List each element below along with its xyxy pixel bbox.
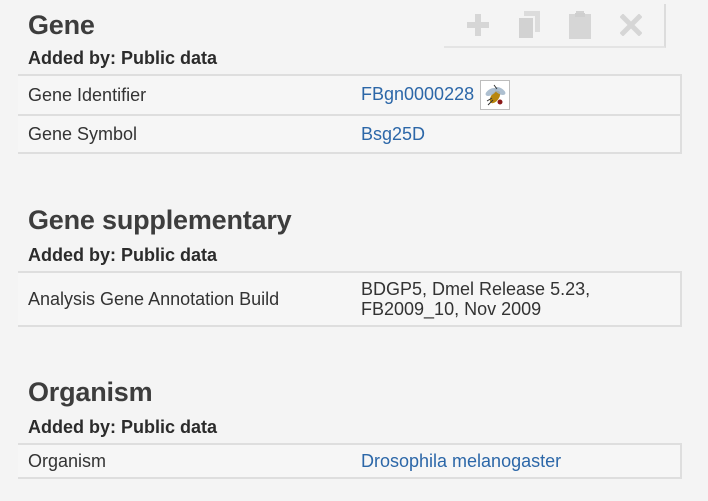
gene-symbol-label: Gene Symbol xyxy=(28,123,138,144)
added-by-label: Added by: Public data xyxy=(28,48,218,68)
annotation-build-label: Analysis Gene Annotation Build xyxy=(28,288,280,309)
added-by-label: Added by: Public data xyxy=(28,417,218,437)
gene-symbol-link[interactable]: Bsg25D xyxy=(361,124,425,144)
annotation-build-line2: FB2009_10, Nov 2009 xyxy=(361,299,542,319)
section-title: Gene supplementary xyxy=(28,205,292,235)
organism-label: Organism xyxy=(28,450,107,471)
annotation-build-line1: BDGP5, Dmel Release 5.23, xyxy=(361,279,591,299)
table-row: Gene Symbol Bsg25D xyxy=(18,116,680,154)
gene-symbol-value: Bsg25D xyxy=(351,124,680,145)
flybase-fly-icon[interactable] xyxy=(480,80,511,110)
table-row: Gene Identifier FBgn0000228 xyxy=(18,76,680,116)
gene-supplementary-section: Gene supplementary Added by: Public data… xyxy=(18,204,682,327)
section-title: Gene xyxy=(28,10,95,40)
organism-section: Organism Added by: Public data Organism … xyxy=(18,376,682,479)
organism-value: Drosophila melanogaster xyxy=(351,451,680,472)
section-title: Organism xyxy=(28,377,153,407)
gene-identifier-link[interactable]: FBgn0000228 xyxy=(361,84,474,104)
gene-table: Gene Identifier FBgn0000228 Gene Symbol … xyxy=(18,74,682,154)
organism-table: Organism Drosophila melanogaster xyxy=(18,443,682,479)
gene-identifier-label: Gene Identifier xyxy=(28,84,147,105)
table-row: Analysis Gene Annotation Build BDGP5, Dm… xyxy=(18,273,680,327)
gene-identifier-value: FBgn0000228 xyxy=(351,80,680,110)
organism-link[interactable]: Drosophila melanogaster xyxy=(361,451,561,471)
added-by-label: Added by: Public data xyxy=(28,245,218,265)
details-panel: Gene Added by: Public data Gene Identifi… xyxy=(0,0,708,501)
gene-section: Gene Added by: Public data Gene Identifi… xyxy=(18,9,682,154)
annotation-build-value: BDGP5, Dmel Release 5.23, FB2009_10, Nov… xyxy=(351,279,680,319)
supplementary-table: Analysis Gene Annotation Build BDGP5, Dm… xyxy=(18,271,682,327)
table-row: Organism Drosophila melanogaster xyxy=(18,445,680,479)
